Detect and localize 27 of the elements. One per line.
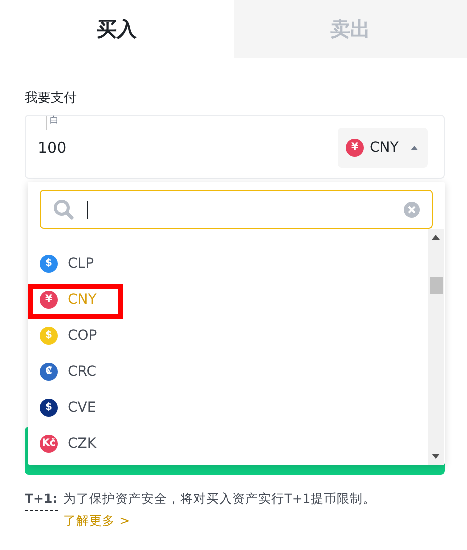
- field-hint: 白: [50, 116, 59, 127]
- amount-value: 100: [38, 139, 67, 157]
- currency-option[interactable]: $ CLP: [28, 246, 425, 282]
- amount-field[interactable]: 白 100 ¥ CNY: [25, 115, 445, 179]
- currency-option[interactable]: ₡ CRC: [28, 354, 425, 390]
- field-label: 我要支付: [25, 91, 78, 107]
- coin-icon: $: [40, 255, 58, 273]
- scroll-thumb[interactable]: [430, 277, 442, 294]
- coin-icon: ₡: [40, 363, 58, 381]
- notice-text: 为了保护资产安全，将对买入资产实行T+1提币限制。: [64, 490, 376, 508]
- currency-button[interactable]: ¥ CNY: [338, 128, 428, 168]
- search-icon: [53, 198, 75, 220]
- currency-option[interactable]: Kč CZK: [28, 426, 425, 462]
- clear-icon[interactable]: [404, 202, 420, 218]
- coin-icon: Kč: [40, 435, 58, 453]
- currency-option[interactable]: $ CVE: [28, 390, 425, 426]
- scroll-down-icon[interactable]: [432, 454, 440, 459]
- coin-icon: $: [40, 399, 58, 417]
- search-field[interactable]: [40, 190, 433, 229]
- currency-option[interactable]: $ COP: [28, 318, 425, 354]
- term-label: T+1:: [25, 488, 58, 511]
- currency-option[interactable]: ¥ CNY: [28, 282, 425, 318]
- coin-icon: ¥: [40, 291, 58, 309]
- scrollbar[interactable]: [428, 229, 444, 465]
- scroll-up-icon[interactable]: [432, 235, 440, 240]
- coin-icon: $: [40, 327, 58, 345]
- yen-coin-icon: ¥: [346, 139, 364, 157]
